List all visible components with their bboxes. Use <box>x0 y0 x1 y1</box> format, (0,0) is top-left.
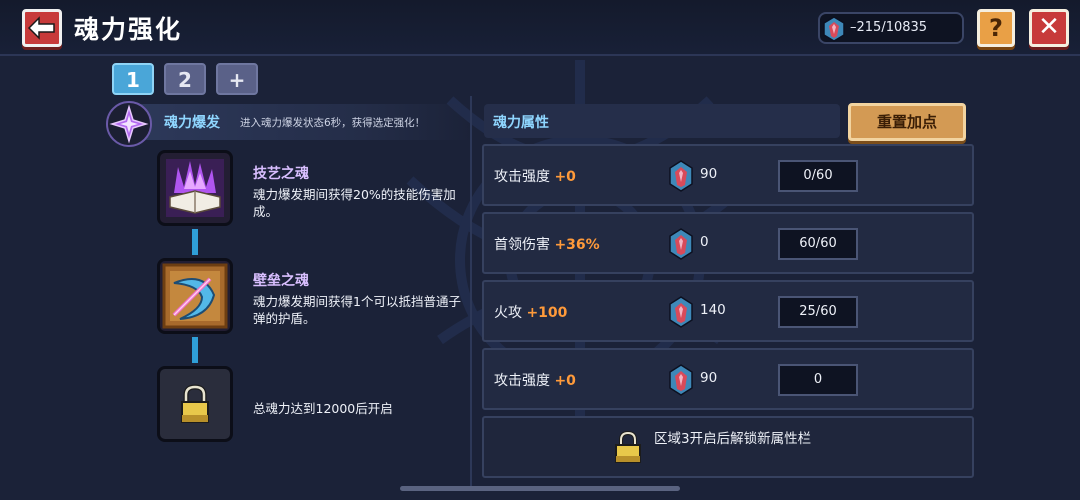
skill-name-2: 壁垒之魂 <box>253 273 309 289</box>
attribute-row[interactable]: 攻击强度 +0 90 0 <box>482 348 974 410</box>
burst-description: 进入魂力爆发状态6秒，获得选定强化！ <box>240 117 426 129</box>
attribute-cost: 140 <box>700 302 726 318</box>
attribute-row[interactable]: 攻击强度 +0 90 0/60 <box>482 144 974 206</box>
close-button[interactable]: ✕ <box>1029 9 1069 47</box>
attribute-progress: 25/60 <box>778 296 858 328</box>
page-title: 魂力强化 <box>74 15 183 44</box>
attribute-bonus: +36% <box>554 237 600 253</box>
skill-unlock-requirement: 总魂力达到12000后开启 <box>253 401 393 416</box>
locked-attribute-text: 区域3开启后解锁新属性栏 <box>654 431 812 447</box>
help-button[interactable]: ? <box>977 9 1015 47</box>
back-button[interactable] <box>22 9 62 47</box>
shield-arc-icon <box>162 263 228 329</box>
attribute-label: 火攻 +100 <box>494 305 568 321</box>
reset-points-button[interactable]: 重置加点 <box>848 103 966 141</box>
skill-slot-1[interactable] <box>157 150 233 226</box>
tab-page-2[interactable]: 2 <box>164 63 206 95</box>
purple-crystal-book-icon <box>166 159 224 217</box>
padlock-icon <box>615 430 641 463</box>
attribute-cost: 90 <box>700 166 718 182</box>
purple-star-icon <box>109 104 149 144</box>
attribute-row[interactable]: 火攻 +100 140 25/60 <box>482 280 974 342</box>
arrow-left-icon <box>27 16 55 40</box>
skill-name-1: 技艺之魂 <box>253 166 309 182</box>
skill-connector <box>192 229 198 255</box>
soul-currency-display: –215/10835 <box>818 12 964 44</box>
burst-emblem <box>106 101 152 147</box>
attribute-progress: 60/60 <box>778 228 858 260</box>
attribute-bonus: +0 <box>554 169 576 185</box>
soul-gem-icon <box>669 228 693 260</box>
tab-page-1[interactable]: 1 <box>112 63 154 95</box>
soul-gem-icon <box>669 160 693 192</box>
skill-connector <box>192 337 198 363</box>
attribute-bonus: +0 <box>554 373 576 389</box>
attribute-cost: 90 <box>700 370 718 386</box>
skill-slot-2[interactable] <box>157 258 233 334</box>
skill-desc-1: 魂力爆发期间获得20%的技能伤害加成。 <box>253 187 456 219</box>
attribute-label: 攻击强度 +0 <box>494 373 576 389</box>
soul-gem-icon <box>823 16 845 42</box>
attribute-label: 攻击强度 +0 <box>494 169 576 185</box>
tab-add-page[interactable]: + <box>216 63 258 95</box>
attribute-row[interactable]: 首领伤害 +36% 0 60/60 <box>482 212 974 274</box>
soul-gem-icon <box>669 364 693 396</box>
attribute-cost: 0 <box>700 234 709 250</box>
attribute-label: 首领伤害 +36% <box>494 237 600 253</box>
burst-title: 魂力爆发 <box>164 115 220 131</box>
scrollbar[interactable] <box>400 486 680 491</box>
attribute-progress: 0/60 <box>778 160 858 192</box>
soul-gem-icon <box>669 296 693 328</box>
attribute-bonus: +100 <box>526 305 568 321</box>
soul-currency-value: –215/10835 <box>850 20 928 35</box>
skill-slot-locked[interactable] <box>157 366 233 442</box>
attribute-progress: 0 <box>778 364 858 396</box>
padlock-icon <box>181 384 209 423</box>
attributes-title: 魂力属性 <box>493 115 549 131</box>
skill-desc-2: 魂力爆发期间获得1个可以抵挡普通子弹的护盾。 <box>253 294 461 326</box>
